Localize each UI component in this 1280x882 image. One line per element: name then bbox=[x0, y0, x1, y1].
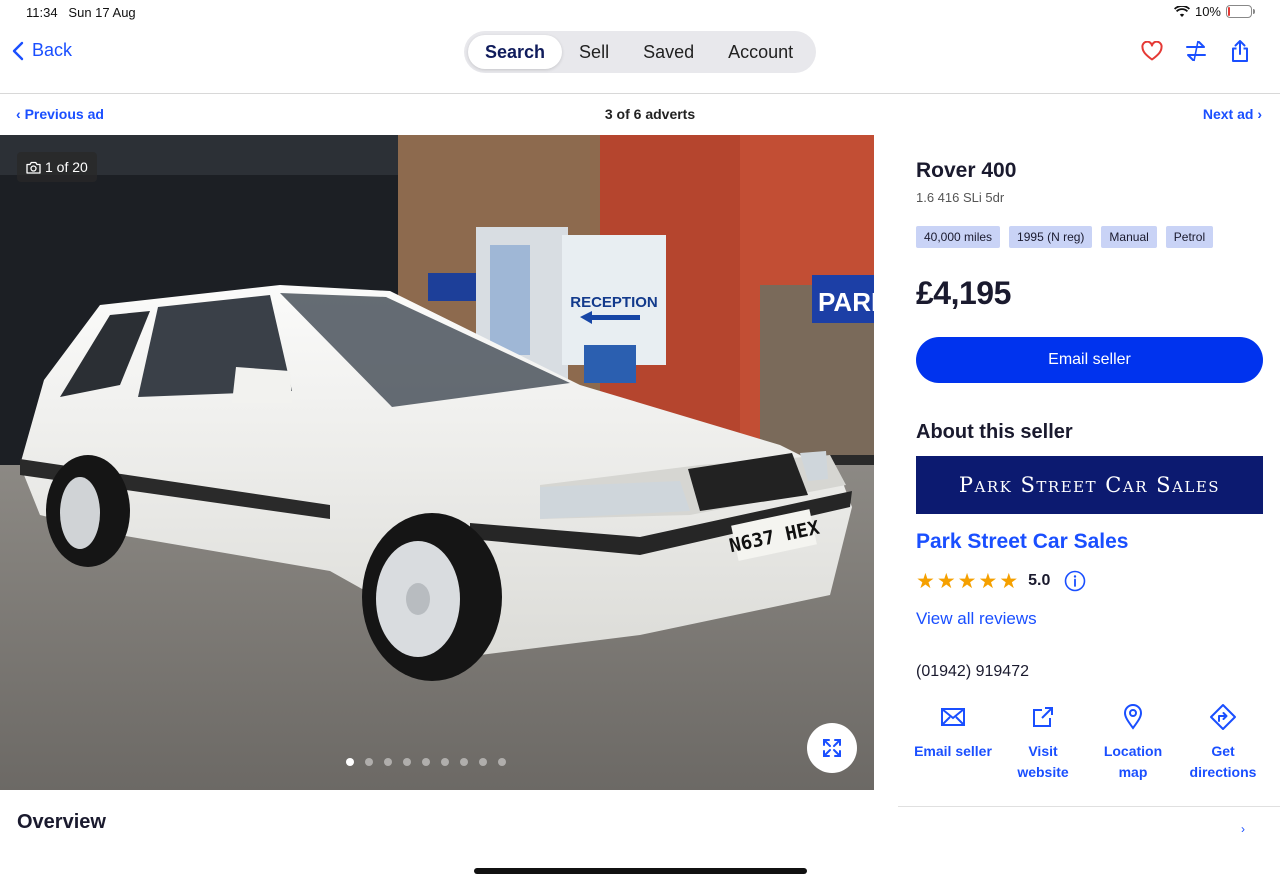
seller-rating: ★ ★ ★ ★ ★ 5.0 bbox=[916, 570, 1086, 592]
seller-name-link[interactable]: Park Street Car Sales bbox=[916, 530, 1128, 554]
next-ad-link[interactable]: Next ad › bbox=[1203, 106, 1262, 122]
back-label: Back bbox=[32, 40, 73, 60]
battery-percent: 10% bbox=[1194, 4, 1221, 19]
visit-website-action-label: Visit website bbox=[1017, 743, 1069, 780]
next-ad-label: Next ad bbox=[1202, 106, 1254, 122]
status-right: 10% bbox=[1173, 4, 1255, 19]
info-icon[interactable] bbox=[1064, 570, 1086, 592]
get-directions-action[interactable]: Get directions bbox=[1178, 703, 1268, 783]
seller-logo-banner: Park Street Car Sales bbox=[916, 456, 1263, 514]
seller-phone[interactable]: (01942) 919472 bbox=[916, 663, 1029, 681]
star-icon: ★ bbox=[978, 569, 998, 593]
map-pin-icon bbox=[1123, 704, 1143, 730]
location-map-action-label: Location map bbox=[1103, 743, 1163, 780]
camera-icon bbox=[26, 161, 41, 174]
spec-tag: 40,000 miles bbox=[916, 226, 1001, 248]
pagination-dot[interactable] bbox=[441, 758, 449, 766]
pagination-dot[interactable] bbox=[365, 758, 373, 766]
photo-counter-text: 1 of 20 bbox=[45, 159, 88, 175]
star-rating: ★ ★ ★ ★ ★ bbox=[916, 571, 1018, 592]
email-seller-button[interactable]: Email seller bbox=[916, 337, 1263, 383]
reception-sign-text: RECEPTION bbox=[570, 294, 658, 311]
section-divider bbox=[898, 806, 1280, 807]
photo-pagination-dots bbox=[346, 758, 506, 766]
about-seller-heading: About this seller bbox=[916, 421, 1073, 443]
pagination-dot[interactable] bbox=[422, 758, 430, 766]
listing-subtitle: 1.6 416 SLi 5dr bbox=[916, 190, 1005, 205]
battery-icon bbox=[1226, 5, 1255, 18]
listing-title: Rover 400 bbox=[916, 159, 1017, 182]
star-icon: ★ bbox=[957, 569, 977, 593]
pagination-dot[interactable] bbox=[346, 758, 354, 766]
tab-account[interactable]: Account bbox=[711, 35, 810, 69]
clock-time: 11:34 bbox=[26, 5, 58, 20]
pagination-dot[interactable] bbox=[498, 758, 506, 766]
compare-icon[interactable] bbox=[1184, 38, 1208, 64]
email-seller-action[interactable]: Email seller bbox=[908, 703, 998, 783]
chevron-right-icon[interactable]: › bbox=[1241, 822, 1245, 836]
advert-counter: 3 of 6 adverts bbox=[604, 106, 696, 122]
status-bar: 11:34 Sun 17 Aug 10% bbox=[0, 0, 1280, 24]
wifi-icon bbox=[1173, 5, 1190, 17]
star-icon: ★ bbox=[936, 569, 956, 593]
star-icon: ★ bbox=[916, 569, 935, 593]
tab-sell[interactable]: Sell bbox=[562, 35, 626, 69]
key-specs-tags: 40,000 miles 1995 (N reg) Manual Petrol bbox=[916, 226, 1214, 248]
directions-icon bbox=[1210, 704, 1236, 730]
home-indicator[interactable] bbox=[474, 868, 807, 874]
overview-heading: Overview bbox=[17, 811, 106, 833]
rating-value: 5.0 bbox=[1028, 572, 1051, 589]
tab-search[interactable]: Search bbox=[468, 35, 563, 69]
pagination-dot[interactable] bbox=[403, 758, 411, 766]
nav-actions bbox=[1140, 38, 1252, 64]
visit-website-action[interactable]: Visit website bbox=[998, 703, 1088, 783]
tab-switcher: Search Sell Saved Account bbox=[464, 31, 816, 73]
top-navigation: Back Search Sell Saved Account bbox=[0, 26, 1280, 94]
pagination-dot[interactable] bbox=[384, 758, 392, 766]
location-map-action[interactable]: Location map bbox=[1088, 703, 1178, 783]
expand-photo-button[interactable] bbox=[807, 723, 857, 773]
status-time: 11:34 Sun 17 Aug bbox=[26, 5, 136, 20]
back-button[interactable]: Back bbox=[12, 40, 72, 61]
pagination-dot[interactable] bbox=[479, 758, 487, 766]
advert-navigation: ‹ Previous ad 3 of 6 adverts Next ad › bbox=[0, 95, 1280, 135]
battery-fill bbox=[1228, 7, 1231, 16]
spec-tag: Manual bbox=[1101, 226, 1157, 248]
car-photo-gallery[interactable]: RECEPTION PARI N637 HEX 1 of 20 bbox=[0, 135, 874, 790]
seller-actions: Email seller Visit website Location map … bbox=[908, 703, 1268, 783]
star-icon: ★ bbox=[999, 569, 1019, 593]
get-directions-action-label: Get directions bbox=[1189, 743, 1257, 780]
expand-icon bbox=[823, 739, 841, 757]
clock-date: Sun 17 Aug bbox=[68, 5, 136, 20]
chevron-left-icon bbox=[12, 41, 24, 60]
listing-price: £4,195 bbox=[916, 275, 1011, 311]
email-seller-action-label: Email seller bbox=[914, 743, 992, 759]
share-icon[interactable] bbox=[1228, 38, 1252, 64]
car-photo: RECEPTION PARI N637 HEX bbox=[0, 135, 874, 790]
pagination-dot[interactable] bbox=[460, 758, 468, 766]
spec-tag: Petrol bbox=[1165, 226, 1214, 248]
external-link-icon bbox=[1033, 707, 1053, 727]
tab-saved[interactable]: Saved bbox=[626, 35, 711, 69]
spec-tag: 1995 (N reg) bbox=[1009, 226, 1093, 248]
heart-icon[interactable] bbox=[1140, 38, 1164, 64]
mail-icon bbox=[941, 708, 965, 726]
view-all-reviews-link[interactable]: View all reviews bbox=[916, 609, 1037, 629]
photo-counter-badge: 1 of 20 bbox=[17, 152, 97, 182]
parking-sign-text: PARI bbox=[818, 287, 874, 317]
